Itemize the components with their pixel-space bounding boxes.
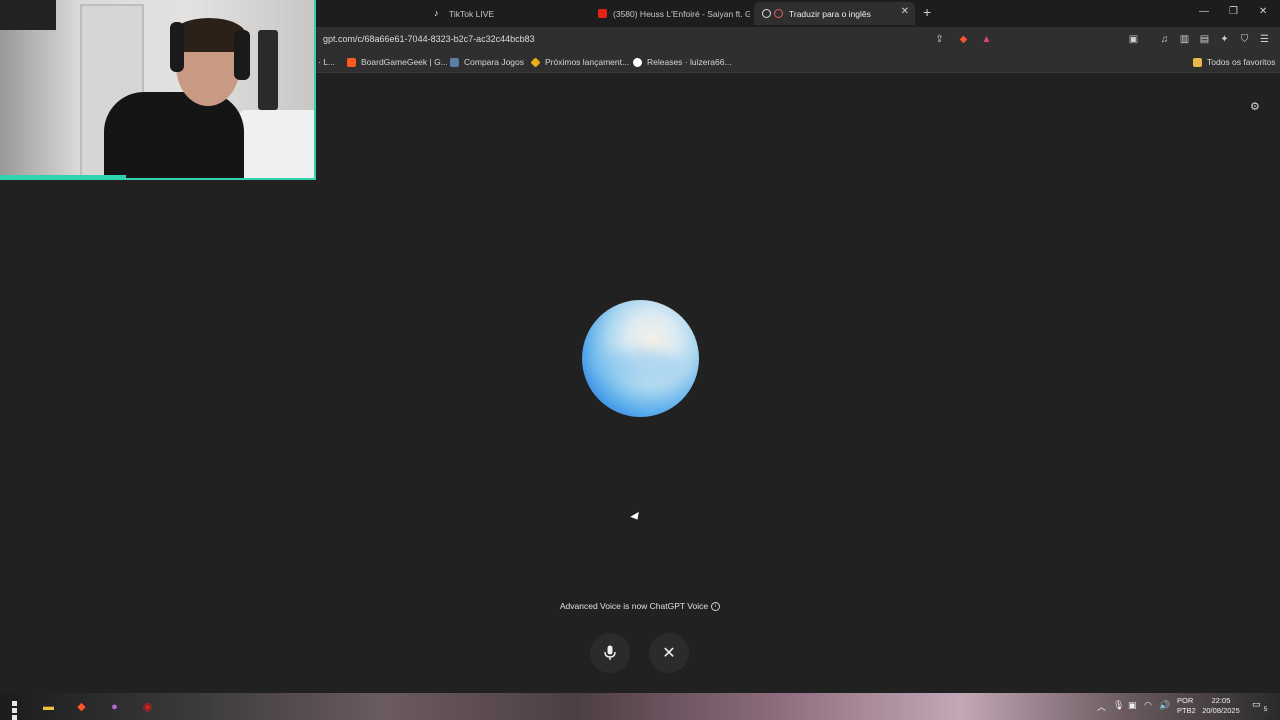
webcam-progress-bar [0, 175, 126, 178]
microphone-button[interactable] [590, 633, 630, 673]
clock-time: 22:05 [1211, 696, 1231, 705]
keyboard-layout: PTB2 [1177, 706, 1196, 715]
screen-icon[interactable]: ▣ [1128, 700, 1137, 711]
windows-taskbar: ▬ ◆ ● ◉ ︿ 🎙 ▣ ◠ 🔊 POR PTB2 22:05 20/08/2… [0, 693, 1280, 720]
menu-icon[interactable]: ☰ [1258, 33, 1271, 46]
bookmark-item[interactable]: · L... [318, 57, 335, 67]
end-voice-button[interactable]: ✕ [649, 633, 689, 673]
webcam-picture-frame [0, 0, 56, 30]
music-icon[interactable]: ♫ [1158, 33, 1171, 46]
share-icon[interactable]: ⇪ [933, 33, 946, 46]
tab-label: Traduzir para o inglês [789, 8, 871, 19]
windows-start-icon[interactable] [8, 700, 21, 720]
microphone-icon [604, 645, 616, 660]
tray-microphone-icon[interactable]: 🎙 [1113, 700, 1124, 711]
leo-ai-icon[interactable]: ✦ [1218, 33, 1231, 46]
brave-rewards-icon[interactable]: ▲ [980, 33, 993, 46]
tab-label: TikTok LIVE [449, 8, 495, 19]
notification-badge: 5 [1261, 706, 1270, 715]
diamond-icon [530, 56, 541, 68]
bookmark-proximos[interactable]: Próximos lançament... [530, 56, 630, 68]
tab-traduzir[interactable]: Traduzir para o inglês ✕ [754, 2, 915, 25]
minimize-icon[interactable]: — [1199, 6, 1209, 17]
compara-jogos-icon [450, 57, 459, 67]
bookmark-releases[interactable]: Releases · luizera66... [633, 57, 732, 67]
url-field[interactable]: gpt.com/c/68a66e61-7044-8323-b2c7-ac32c4… [323, 34, 535, 44]
screenshot-icon[interactable]: ▣ [1127, 33, 1140, 46]
voice-notice-text: Advanced Voice is now ChatGPT Voice [559, 601, 709, 611]
close-icon: ✕ [662, 645, 676, 662]
sliders-icon[interactable]: ⚙ [1250, 100, 1262, 113]
bookmark-compara-jogos[interactable]: Compara Jogos [450, 57, 524, 67]
folder-icon [1193, 57, 1202, 67]
bookmark-label: · L... [318, 57, 336, 67]
tab-label: (3580) Heuss L'Enfoiré - Saiyan ft. Ga [613, 8, 750, 19]
voice-orb [582, 300, 699, 417]
all-bookmarks[interactable]: Todos os favoritos [1193, 57, 1276, 67]
file-explorer-icon[interactable]: ▬ [40, 698, 57, 715]
webcam-overlay [0, 0, 316, 180]
window-close-icon[interactable]: ✕ [1259, 6, 1267, 17]
github-icon [633, 57, 642, 67]
tiktok-icon: ♪ [434, 8, 439, 18]
obs-icon[interactable]: ◉ [139, 698, 156, 715]
restore-icon[interactable]: ❐ [1229, 6, 1238, 17]
chatgpt-icon [762, 9, 771, 18]
bookmark-label: Próximos lançament... [545, 57, 630, 67]
headphones-icon [234, 30, 250, 80]
vpn-shield-icon[interactable]: ⛉ [1238, 33, 1251, 46]
webcam-coat-rack [258, 30, 278, 110]
clock[interactable]: 22:05 20/08/2025 [1200, 696, 1242, 716]
lang-code: POR [1177, 696, 1194, 705]
mouse-cursor-icon [630, 511, 642, 523]
wifi-icon[interactable]: ◠ [1144, 700, 1152, 711]
tab-tiktok-live[interactable]: ♪ TikTok LIVE [426, 2, 586, 25]
bookmark-boardgamegeek[interactable]: BoardGameGeek | G... [347, 57, 448, 67]
youtube-icon [598, 9, 607, 18]
bookmark-label: Compara Jogos [464, 57, 525, 67]
chevron-up-icon[interactable]: ︿ [1097, 700, 1106, 713]
volume-icon[interactable]: 🔊 [1159, 700, 1170, 711]
bookmark-label: Todos os favoritos [1207, 57, 1276, 67]
brave-browser-icon[interactable]: ◆ [73, 698, 90, 715]
webcam-bed [238, 110, 314, 178]
clock-date: 20/08/2025 [1202, 706, 1240, 715]
wallet-icon[interactable]: ▤ [1198, 33, 1211, 46]
brave-shields-icon[interactable]: ◆ [957, 33, 970, 46]
info-icon[interactable]: i [711, 602, 721, 612]
close-tab-icon[interactable]: ✕ [901, 6, 909, 17]
voice-notice: Advanced Voice is now ChatGPT Voice i [0, 601, 1280, 612]
recording-icon [774, 9, 783, 18]
boardgamegeek-icon [347, 57, 356, 67]
tab-youtube[interactable]: (3580) Heuss L'Enfoiré - Saiyan ft. Ga [590, 2, 750, 25]
webcam-person-shirt [104, 92, 244, 178]
language-indicator[interactable]: POR PTB2 [1177, 696, 1196, 716]
sidebar-icon[interactable]: ▥ [1178, 33, 1191, 46]
headphones-icon [170, 22, 184, 72]
plus-icon[interactable]: + [923, 5, 931, 19]
bookmark-label: Releases · luizera66... [647, 57, 732, 67]
app-icon[interactable]: ● [106, 698, 123, 715]
bookmark-label: BoardGameGeek | G... [361, 57, 448, 67]
